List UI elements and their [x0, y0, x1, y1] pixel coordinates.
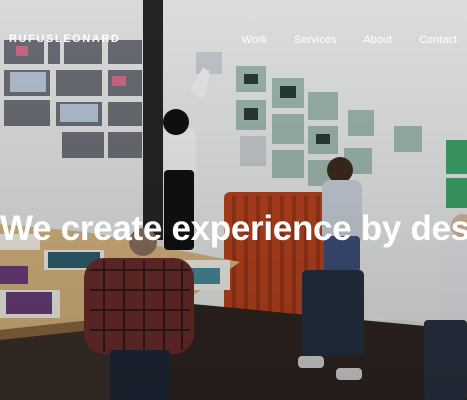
nav-link-contact[interactable]: Contact — [419, 33, 457, 47]
hero-section: RUFUSLEONARD Work Services About Contact… — [0, 0, 467, 400]
nav-link-about[interactable]: About — [363, 33, 392, 47]
site-header: RUFUSLEONARD Work Services About Contact — [0, 0, 467, 78]
hero-headline: We create experience by design — [0, 209, 467, 249]
nav-link-services[interactable]: Services — [294, 33, 336, 47]
main-nav: Work Services About Contact — [242, 33, 457, 47]
brand-logo[interactable]: RUFUSLEONARD — [9, 32, 120, 46]
nav-link-work[interactable]: Work — [242, 33, 267, 47]
